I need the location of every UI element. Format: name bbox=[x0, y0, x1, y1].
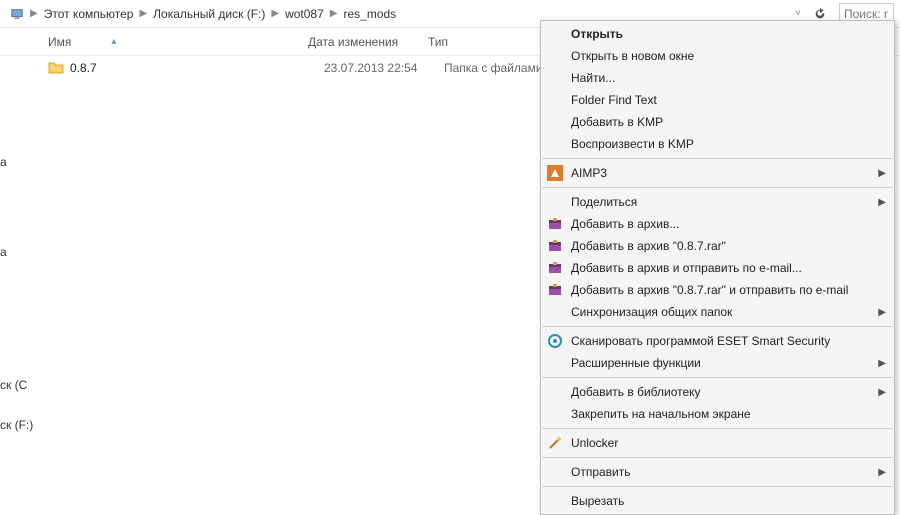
context-menu: Открыть Открыть в новом окне Найти... Fo… bbox=[540, 20, 895, 515]
sidebar-fragment: ск (F:) bbox=[0, 418, 33, 432]
menu-add-library[interactable]: Добавить в библиотеку ▶ bbox=[541, 381, 894, 403]
dropdown-icon[interactable]: ˅ bbox=[795, 8, 801, 19]
chevron-right-icon: ▶ bbox=[30, 8, 38, 19]
eset-icon bbox=[547, 333, 563, 349]
menu-add-archive-email[interactable]: Добавить в архив и отправить по e-mail..… bbox=[541, 257, 894, 279]
menu-find[interactable]: Найти... bbox=[541, 67, 894, 89]
menu-add-archive-named[interactable]: Добавить в архив "0.8.7.rar" bbox=[541, 235, 894, 257]
menu-add-archive-named-email[interactable]: Добавить в архив "0.8.7.rar" и отправить… bbox=[541, 279, 894, 301]
column-name[interactable]: Имя bbox=[48, 35, 71, 49]
menu-eset-scan[interactable]: Сканировать программой ESET Smart Securi… bbox=[541, 330, 894, 352]
menu-separator bbox=[542, 326, 893, 327]
menu-separator bbox=[542, 187, 893, 188]
winrar-icon bbox=[547, 216, 563, 232]
menu-separator bbox=[542, 486, 893, 487]
menu-open-new-window[interactable]: Открыть в новом окне bbox=[541, 45, 894, 67]
file-name: 0.8.7 bbox=[70, 61, 324, 75]
breadcrumb-item[interactable]: wot087 bbox=[285, 7, 324, 21]
winrar-icon bbox=[547, 282, 563, 298]
chevron-right-icon: ▶ bbox=[878, 197, 886, 208]
menu-eset-advanced[interactable]: Расширенные функции ▶ bbox=[541, 352, 894, 374]
sidebar-fragment: а bbox=[0, 155, 7, 169]
menu-cut[interactable]: Вырезать bbox=[541, 490, 894, 512]
breadcrumb-item[interactable]: Этот компьютер bbox=[44, 7, 134, 21]
menu-play-kmp[interactable]: Воспроизвести в KMP bbox=[541, 133, 894, 155]
chevron-right-icon: ▶ bbox=[139, 8, 147, 19]
menu-folder-find-text[interactable]: Folder Find Text bbox=[541, 89, 894, 111]
menu-separator bbox=[542, 428, 893, 429]
computer-icon bbox=[10, 7, 24, 21]
menu-share[interactable]: Поделиться ▶ bbox=[541, 191, 894, 213]
menu-aimp[interactable]: AIMP3 ▶ bbox=[541, 162, 894, 184]
winrar-icon bbox=[547, 238, 563, 254]
menu-separator bbox=[542, 158, 893, 159]
chevron-right-icon: ▶ bbox=[330, 8, 338, 19]
menu-unlocker[interactable]: Unlocker bbox=[541, 432, 894, 454]
sidebar-fragment: ск (C bbox=[0, 378, 27, 392]
aimp-icon bbox=[547, 165, 563, 181]
chevron-right-icon: ▶ bbox=[878, 358, 886, 369]
chevron-right-icon: ▶ bbox=[878, 307, 886, 318]
chevron-right-icon: ▶ bbox=[271, 8, 279, 19]
folder-icon bbox=[48, 60, 64, 76]
breadcrumb-item[interactable]: Локальный диск (F:) bbox=[153, 7, 265, 21]
sort-asc-icon: ▴ bbox=[111, 36, 116, 47]
chevron-right-icon: ▶ bbox=[878, 168, 886, 179]
menu-add-kmp[interactable]: Добавить в KMP bbox=[541, 111, 894, 133]
unlocker-wand-icon bbox=[547, 435, 563, 451]
menu-separator bbox=[542, 457, 893, 458]
file-date: 23.07.2013 22:54 bbox=[324, 61, 444, 75]
menu-separator bbox=[542, 377, 893, 378]
menu-send[interactable]: Отправить ▶ bbox=[541, 461, 894, 483]
menu-sync-folders[interactable]: Синхронизация общих папок ▶ bbox=[541, 301, 894, 323]
menu-pin-start[interactable]: Закрепить на начальном экране bbox=[541, 403, 894, 425]
menu-add-archive[interactable]: Добавить в архив... bbox=[541, 213, 894, 235]
column-date[interactable]: Дата изменения bbox=[308, 35, 428, 49]
chevron-right-icon: ▶ bbox=[878, 387, 886, 398]
breadcrumb-item[interactable]: res_mods bbox=[343, 7, 396, 21]
menu-open[interactable]: Открыть bbox=[541, 23, 894, 45]
sidebar-fragment: а bbox=[0, 245, 7, 259]
winrar-icon bbox=[547, 260, 563, 276]
chevron-right-icon: ▶ bbox=[878, 467, 886, 478]
